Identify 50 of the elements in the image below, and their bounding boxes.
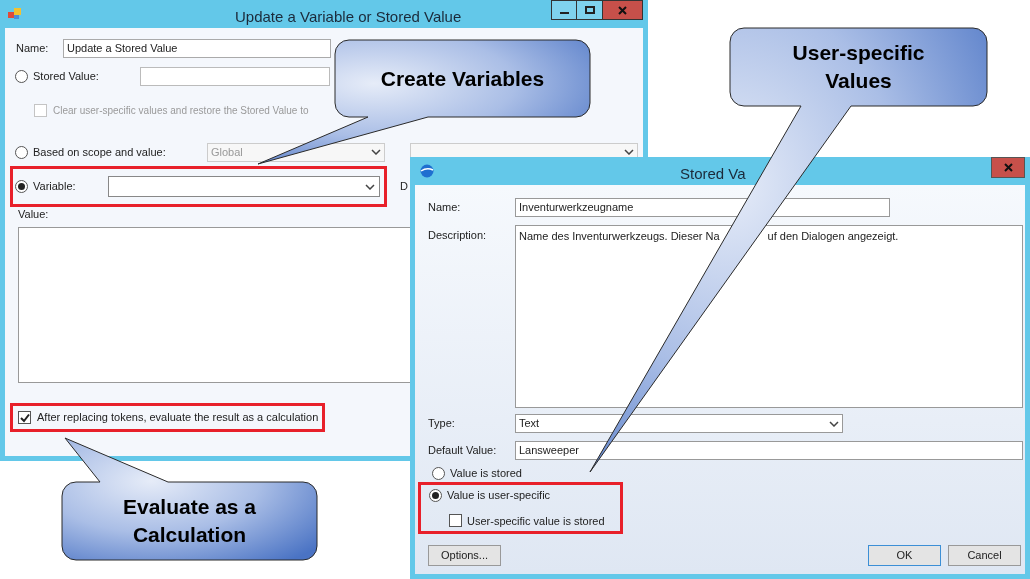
- radio-button[interactable]: [15, 180, 28, 193]
- field-label: D: [400, 179, 408, 195]
- app-icon: [8, 8, 22, 20]
- maximize-button[interactable]: [577, 0, 603, 20]
- callout-text: User-specific Values: [791, 40, 926, 94]
- checkbox[interactable]: [449, 514, 462, 528]
- dialog-button[interactable]: Cancel: [948, 545, 1021, 566]
- close-icon: [1003, 163, 1013, 172]
- checkbox-label: Clear user-specific values and restore the Stored Value to: [53, 103, 309, 118]
- description-text: uf den Dialogen angezeigt.: [767, 229, 899, 244]
- field-label: Type:: [428, 416, 456, 432]
- caret-icon: [365, 183, 375, 190]
- field-label: Default Value:: [428, 443, 498, 459]
- globe-icon: [420, 164, 434, 178]
- close-button[interactable]: [991, 157, 1025, 178]
- radio-label: Value is stored: [450, 466, 522, 482]
- type-dropdown[interactable]: Text: [515, 414, 843, 433]
- radio-button[interactable]: [429, 488, 442, 502]
- close-button[interactable]: [603, 0, 643, 20]
- checkbox[interactable]: [18, 411, 31, 424]
- checkbox-label: User-specific value is stored: [467, 513, 605, 529]
- radio-button[interactable]: [432, 467, 445, 480]
- default-value-field[interactable]: Lansweeper: [515, 441, 1023, 460]
- radio-button[interactable]: [15, 145, 28, 159]
- caret-icon: [829, 420, 839, 427]
- caret-icon: [371, 149, 381, 155]
- dialog-button[interactable]: Options...: [428, 545, 501, 566]
- window-title: Stored Va: [680, 164, 746, 184]
- variable-dropdown[interactable]: [108, 176, 380, 197]
- field-label: Description:: [428, 228, 488, 243]
- field-label: Value:: [17, 207, 49, 221]
- name-field[interactable]: Update a Stored Value: [63, 38, 331, 58]
- radio-label: Stored Value:: [33, 68, 100, 84]
- description-text: Name des Inventurwerkzeugs. Dieser Na: [519, 229, 720, 244]
- minimize-button[interactable]: [551, 0, 577, 20]
- field-label: Name:: [428, 200, 462, 216]
- callout-text: Evaluate as a Calculation: [121, 494, 258, 548]
- radio-label: Value is user-specific: [447, 488, 551, 503]
- field-label: Name:: [15, 40, 50, 56]
- checkbox-label: After replacing tokens, evaluate the result as a calculation: [37, 410, 319, 426]
- dialog-button[interactable]: OK: [868, 545, 941, 566]
- radio-label: Based on scope and value:: [33, 144, 167, 160]
- description-text-area[interactable]: Name des Inventurwerkzeugs. Dieser Na uf den Dialogen angezeigt.: [515, 225, 1023, 408]
- close-icon: [618, 5, 627, 15]
- stored-value-field[interactable]: [140, 66, 330, 86]
- callout-text: Create Variables: [380, 65, 545, 92]
- window-title: Update a Variable or Stored Value: [235, 7, 462, 27]
- radio-button[interactable]: [15, 69, 28, 83]
- radio-label: Variable:: [33, 179, 77, 195]
- caret-icon: [624, 149, 634, 155]
